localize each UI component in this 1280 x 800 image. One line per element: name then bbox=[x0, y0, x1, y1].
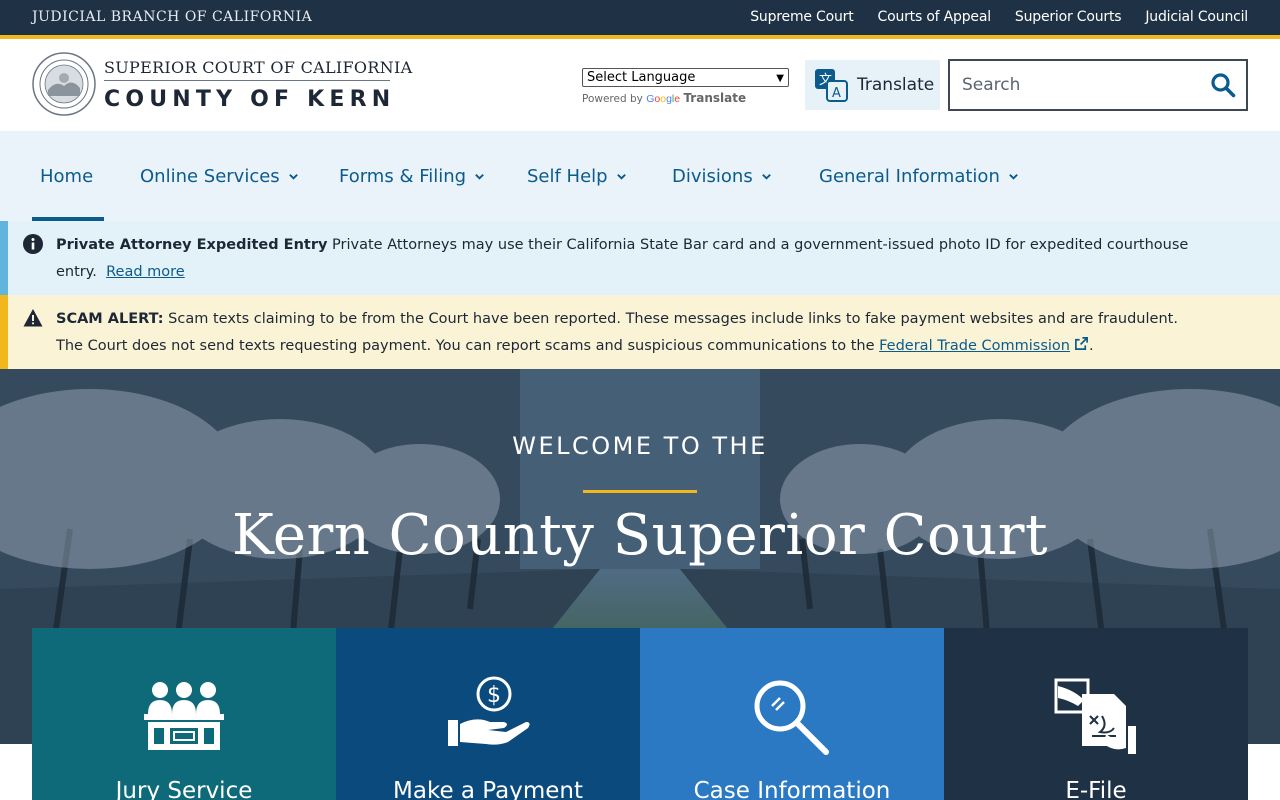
nav-online-services-label: Online Services bbox=[140, 165, 280, 187]
chevron-down-icon bbox=[616, 173, 626, 180]
judicial-branch-bar: JUDICIAL BRANCH OF CALIFORNIA Supreme Co… bbox=[0, 0, 1280, 35]
svg-text:$: $ bbox=[487, 683, 501, 708]
chevron-down-icon: ▼ bbox=[776, 73, 784, 84]
logo-divider bbox=[104, 80, 390, 81]
nav-divisions-label: Divisions bbox=[672, 165, 753, 187]
language-select-value: Select Language bbox=[587, 70, 696, 85]
search-icon[interactable] bbox=[1210, 72, 1236, 98]
court-seal-icon[interactable] bbox=[32, 52, 96, 116]
svg-text:A: A bbox=[832, 86, 841, 101]
powered-translate-text: Translate bbox=[683, 91, 747, 105]
warning-icon bbox=[23, 309, 43, 327]
attorney-entry-text: Private Attorney Expedited Entry Private… bbox=[56, 232, 1206, 286]
judicial-council-link[interactable]: Judicial Council bbox=[1145, 9, 1248, 25]
superior-courts-link[interactable]: Superior Courts bbox=[1015, 9, 1122, 25]
nav-home-label: Home bbox=[40, 165, 94, 187]
case-search-icon bbox=[754, 680, 829, 755]
site-header: SUPERIOR COURT OF CALIFORNIA COUNTY OF K… bbox=[0, 39, 1280, 131]
language-select[interactable]: Select Language ▼ bbox=[582, 68, 789, 87]
nav-general-information-label: General Information bbox=[819, 165, 1000, 187]
jury-service-label: Jury Service bbox=[115, 778, 253, 800]
nav-self-help-label: Self Help bbox=[527, 165, 608, 187]
read-more-link[interactable]: Read more bbox=[106, 264, 185, 280]
scam-alert: SCAM ALERT: Scam texts claiming to be fr… bbox=[0, 295, 1280, 369]
make-payment-tile[interactable]: $ Make a Payment bbox=[336, 628, 640, 800]
attorney-entry-title: Private Attorney Expedited Entry bbox=[56, 237, 328, 253]
courts-of-appeal-link[interactable]: Courts of Appeal bbox=[878, 9, 992, 25]
nav-divisions[interactable]: Divisions bbox=[672, 131, 772, 221]
info-icon bbox=[23, 234, 43, 254]
top-links: Supreme Court Courts of Appeal Superior … bbox=[750, 9, 1248, 25]
scam-alert-title: SCAM ALERT: bbox=[56, 311, 164, 327]
nav-general-information[interactable]: General Information bbox=[819, 131, 1019, 221]
nav-self-help[interactable]: Self Help bbox=[527, 131, 627, 221]
scam-alert-text: SCAM ALERT: Scam texts claiming to be fr… bbox=[56, 306, 1206, 360]
case-information-label: Case Information bbox=[693, 778, 891, 800]
chevron-down-icon bbox=[1009, 173, 1018, 180]
make-payment-label: Make a Payment bbox=[393, 778, 583, 800]
logo-superior-court-text[interactable]: SUPERIOR COURT OF CALIFORNIA bbox=[104, 58, 412, 77]
google-translate-credit: Powered by Google Translate bbox=[582, 91, 746, 105]
chevron-down-icon bbox=[475, 173, 484, 180]
efile-label: E-File bbox=[1065, 778, 1127, 800]
payment-icon: $ bbox=[448, 676, 530, 746]
jury-icon bbox=[144, 682, 224, 750]
translate-icon: 文 A bbox=[815, 69, 848, 102]
main-navigation: Home Online Services Forms & Filing Self… bbox=[0, 131, 1280, 221]
scam-alert-suffix: . bbox=[1088, 338, 1094, 354]
case-information-tile[interactable]: Case Information bbox=[640, 628, 944, 800]
google-logo[interactable]: Google bbox=[646, 93, 680, 105]
external-link-icon[interactable] bbox=[1074, 336, 1089, 351]
translate-button[interactable]: 文 A Translate bbox=[805, 60, 940, 110]
supreme-court-link[interactable]: Supreme Court bbox=[750, 9, 853, 25]
logo-county-text[interactable]: COUNTY OF KERN bbox=[104, 87, 395, 112]
hero-title: Kern County Superior Court bbox=[231, 503, 1049, 568]
ftc-link[interactable]: Federal Trade Commission bbox=[879, 338, 1070, 354]
nav-forms-filing-label: Forms & Filing bbox=[339, 165, 467, 187]
jury-service-tile[interactable]: Jury Service bbox=[32, 628, 336, 800]
nav-forms-filing[interactable]: Forms & Filing bbox=[339, 131, 485, 221]
hero-kicker: WELCOME TO THE bbox=[512, 432, 768, 460]
chevron-down-icon bbox=[761, 173, 771, 180]
chevron-down-icon bbox=[288, 173, 298, 180]
translate-label: Translate bbox=[857, 75, 935, 95]
efile-icon bbox=[1054, 678, 1136, 754]
judicial-branch-title[interactable]: JUDICIAL BRANCH OF CALIFORNIA bbox=[32, 9, 312, 25]
nav-home[interactable]: Home bbox=[31, 131, 105, 221]
powered-by-text: Powered by bbox=[582, 93, 643, 105]
hero-divider bbox=[583, 490, 697, 493]
search-box bbox=[948, 59, 1248, 111]
attorney-entry-alert: Private Attorney Expedited Entry Private… bbox=[0, 221, 1280, 295]
search-input[interactable] bbox=[950, 61, 1200, 109]
nav-online-services[interactable]: Online Services bbox=[140, 131, 299, 221]
efile-tile[interactable]: E-File bbox=[944, 628, 1248, 800]
